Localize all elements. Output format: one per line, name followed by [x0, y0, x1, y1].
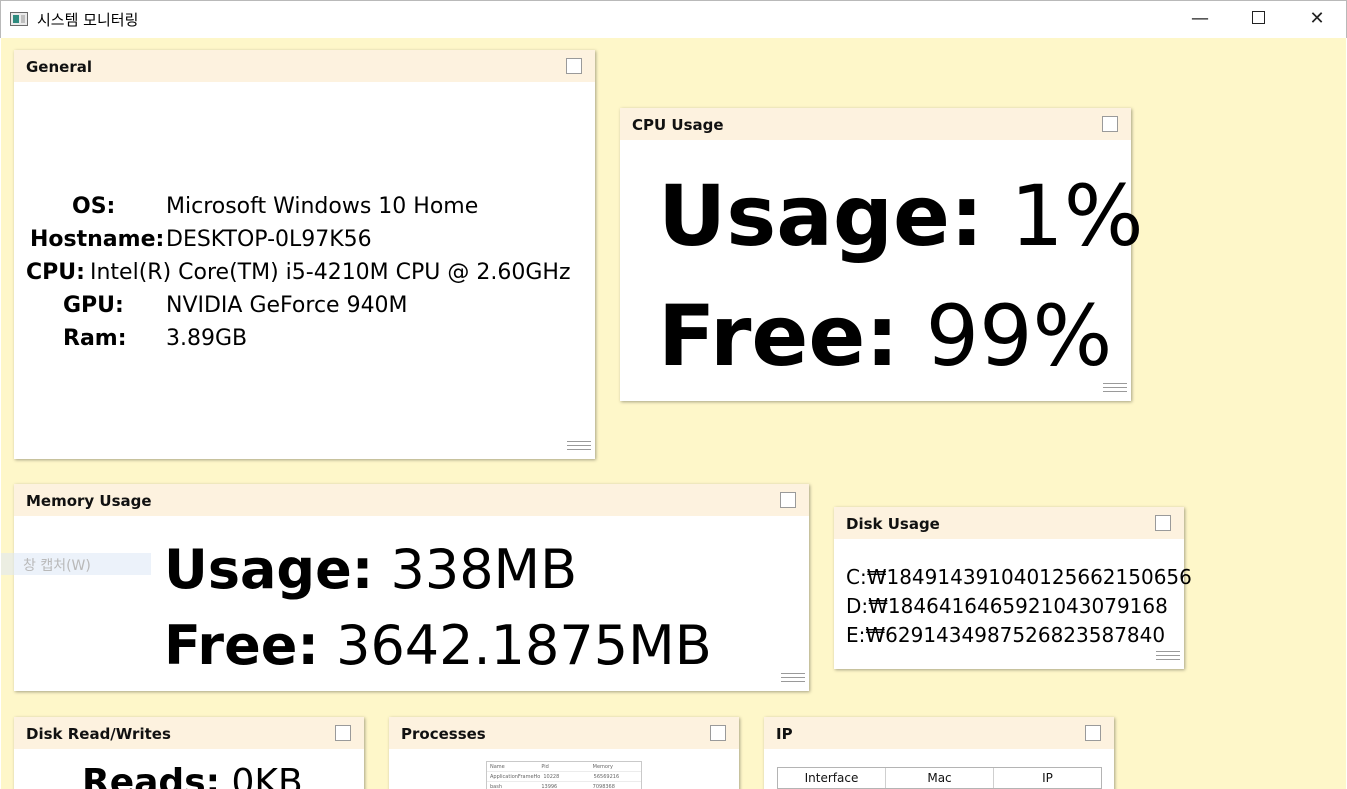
- ram-value: 3.89GB: [166, 326, 248, 351]
- card-checkbox[interactable]: [1085, 725, 1101, 741]
- disk-c-line: C:₩18491439104012566215065​6: [846, 565, 1192, 589]
- card-header[interactable]: IP: [764, 717, 1114, 749]
- table-cell: ApplicationFrameHo: [490, 773, 541, 780]
- card-header[interactable]: Memory Usage: [14, 484, 809, 516]
- column-header[interactable]: Interface: [778, 768, 886, 788]
- card-header[interactable]: Disk Read/Writes: [14, 717, 364, 749]
- table-row[interactable]: bash 13996 7098368: [487, 782, 641, 789]
- gpu-key: GPU:: [63, 293, 124, 318]
- app-icon: [10, 12, 28, 26]
- gpu-value: NVIDIA GeForce 940M: [166, 293, 408, 318]
- memory-usage-card[interactable]: Memory Usage Usage: 338MB Free: 3642.187…: [14, 484, 809, 691]
- column-header[interactable]: Mac: [886, 768, 994, 788]
- card-title: Processes: [401, 725, 486, 743]
- disk-reads-line: Reads: 0KB: [82, 759, 303, 789]
- card-checkbox[interactable]: [1155, 515, 1171, 531]
- title-bar: 시스템 모니터링 — ✕: [0, 0, 1347, 38]
- card-checkbox[interactable]: [335, 725, 351, 741]
- resize-grip[interactable]: [1156, 651, 1180, 665]
- os-value: Microsoft Windows 10 Home: [166, 194, 479, 219]
- disk-usage-card[interactable]: Disk Usage C:₩18491439104012566215065​6 …: [834, 507, 1192, 669]
- card-checkbox[interactable]: [710, 725, 726, 741]
- memory-free-line: Free: 3642.1875MB: [164, 608, 712, 684]
- hostname-key: Hostname:: [30, 227, 165, 252]
- os-key: OS:: [72, 194, 116, 219]
- column-header: Memory: [592, 763, 613, 770]
- column-header[interactable]: IP: [994, 768, 1101, 788]
- cpu-free-label: Free:: [658, 287, 899, 385]
- card-header[interactable]: Processes: [389, 717, 739, 749]
- card-checkbox[interactable]: [566, 58, 582, 74]
- disk-read-writes-card[interactable]: Disk Read/Writes Reads: 0KB: [14, 717, 364, 789]
- process-table[interactable]: Name Pid Memory ApplicationFrameHo 10228…: [486, 761, 642, 789]
- cpu-free-line: Free: 99%: [658, 286, 1112, 386]
- disk-reads-value: 0KB: [231, 762, 303, 789]
- ip-table-header[interactable]: Interface Mac IP: [777, 767, 1102, 789]
- card-checkbox[interactable]: [1102, 116, 1118, 132]
- processes-card[interactable]: Processes Name Pid Memory ApplicationFra…: [389, 717, 739, 789]
- card-title: General: [26, 58, 92, 76]
- general-card[interactable]: General OS: Microsoft Windows 10 Home Ho…: [14, 50, 595, 459]
- cpu-usage-value: 1%: [1010, 167, 1144, 265]
- resize-grip[interactable]: [567, 441, 591, 455]
- close-button[interactable]: ✕: [1288, 1, 1346, 39]
- card-header[interactable]: General: [14, 50, 595, 82]
- memory-usage-line: Usage: 338MB: [164, 532, 577, 608]
- hostname-value: DESKTOP-0L97K56: [166, 227, 372, 252]
- cpu-key: CPU:: [26, 260, 85, 285]
- memory-usage-label: Usage:: [164, 538, 374, 601]
- ip-card[interactable]: IP Interface Mac IP: [764, 717, 1114, 789]
- table-cell: bash: [490, 783, 503, 789]
- cpu-usage-card[interactable]: CPU Usage Usage: 1% Free: 99%: [620, 108, 1144, 401]
- process-table-header: Name Pid Memory: [487, 762, 641, 772]
- card-header[interactable]: CPU Usage: [620, 108, 1131, 140]
- ram-key: Ram:: [63, 326, 127, 351]
- memory-usage-value: 338MB: [390, 538, 578, 601]
- memory-free-value: 3642.1875MB: [336, 614, 712, 677]
- card-title: CPU Usage: [632, 116, 724, 134]
- card-title: Disk Usage: [846, 515, 940, 533]
- card-header[interactable]: Disk Usage: [834, 507, 1184, 539]
- maximize-icon: [1251, 11, 1265, 24]
- disk-usage-list: C:₩18491439104012566215065​6 D:₩18464164…: [846, 563, 1192, 650]
- resize-grip[interactable]: [781, 673, 805, 687]
- cpu-usage-label: Usage:: [658, 167, 984, 265]
- maximize-button[interactable]: [1229, 1, 1287, 39]
- cpu-usage-line: Usage: 1%: [658, 166, 1144, 266]
- memory-free-label: Free:: [164, 614, 319, 677]
- minimize-button[interactable]: —: [1171, 1, 1229, 39]
- card-title: Memory Usage: [26, 492, 152, 510]
- card-title: Disk Read/Writes: [26, 725, 171, 743]
- window-title: 시스템 모니터링: [37, 11, 139, 29]
- capture-menu-ghost-label: 창 캡처(W): [23, 558, 91, 574]
- table-cell: 10228: [543, 773, 560, 780]
- disk-reads-label: Reads:: [82, 762, 221, 789]
- card-title: IP: [776, 725, 793, 743]
- disk-d-line: D:₩18464164659210430791​68: [846, 594, 1168, 618]
- column-header: Pid: [541, 763, 549, 770]
- card-checkbox[interactable]: [780, 492, 796, 508]
- resize-grip[interactable]: [1103, 383, 1127, 397]
- table-cell: 56569216: [593, 773, 620, 780]
- table-cell: 13996: [541, 783, 558, 789]
- column-header: Name: [490, 763, 505, 770]
- cpu-free-value: 99%: [925, 287, 1113, 385]
- table-cell: 7098368: [592, 783, 615, 789]
- disk-e-line: E:₩6291434987526823587840: [846, 623, 1166, 647]
- dashboard-canvas: General OS: Microsoft Windows 10 Home Ho…: [1, 38, 1346, 789]
- cpu-value: Intel(R) Core(TM) i5-4210M CPU @ 2.60GHz: [90, 260, 571, 285]
- table-row[interactable]: ApplicationFrameHo 10228 56569216: [487, 772, 641, 782]
